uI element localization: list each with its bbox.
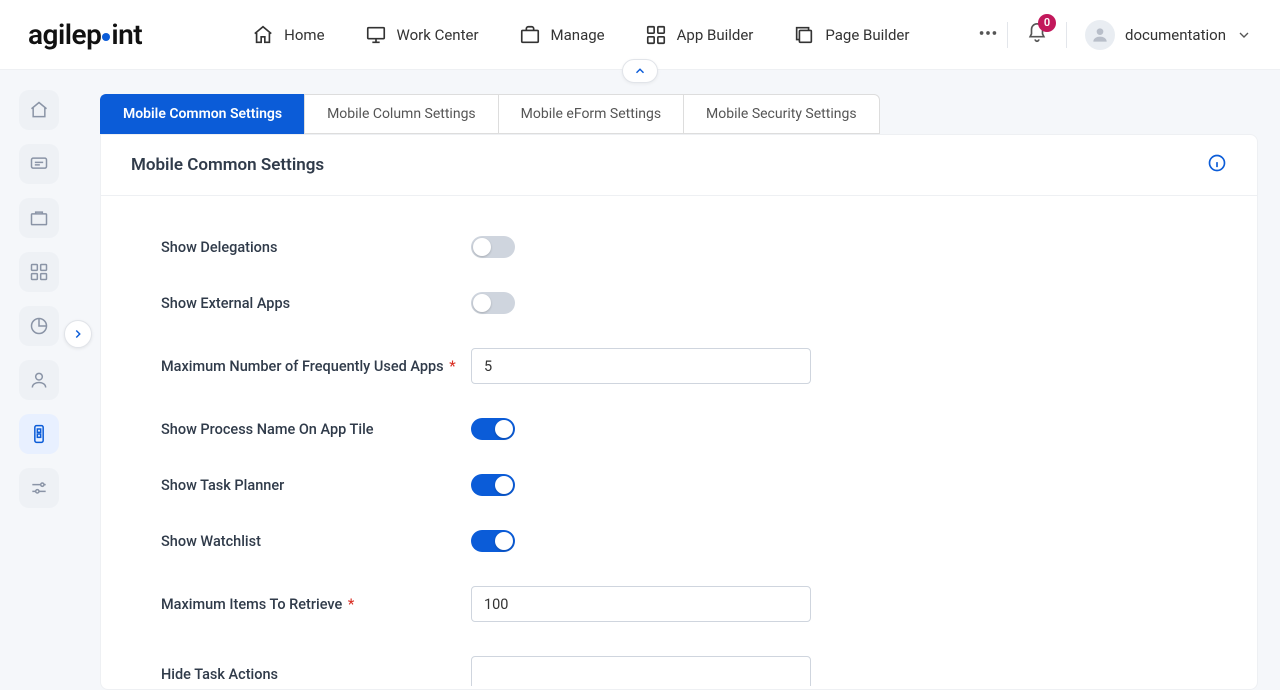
sidebar-item-analytics[interactable] — [19, 306, 59, 346]
mobile-icon — [29, 424, 49, 444]
pie-chart-icon — [29, 316, 49, 336]
avatar — [1085, 20, 1115, 50]
sidebar-item-users[interactable] — [19, 360, 59, 400]
home-icon — [29, 100, 49, 120]
nav-manage[interactable]: Manage — [519, 22, 605, 48]
panel-header: Mobile Common Settings — [101, 135, 1257, 196]
label-show-watchlist: Show Watchlist — [161, 533, 471, 550]
sidebar-item-mobile[interactable] — [19, 414, 59, 454]
notifications-button[interactable]: 0 — [1026, 22, 1048, 48]
home-icon — [252, 24, 274, 46]
toggle-show-task-planner[interactable] — [471, 474, 515, 496]
nav-work-center[interactable]: Work Center — [365, 22, 479, 48]
sidebar-item-settings[interactable] — [19, 468, 59, 508]
toggle-show-delegations[interactable] — [471, 236, 515, 258]
label-show-external-apps: Show External Apps — [161, 295, 471, 312]
topbar: agilepint Home Work Center Manage App Bu… — [0, 0, 1280, 70]
field-hide-task-actions: Hide Task Actions — [161, 656, 1197, 686]
nav-page-builder-label: Page Builder — [825, 26, 909, 44]
panel-body: Show Delegations Show External Apps Maxi… — [101, 196, 1257, 686]
field-show-watchlist: Show Watchlist — [161, 530, 1197, 552]
chevron-up-icon — [633, 64, 647, 78]
sidebar-item-apps[interactable] — [19, 252, 59, 292]
collapse-topbar-button[interactable] — [622, 59, 658, 83]
apps-icon — [29, 262, 49, 282]
field-show-task-planner: Show Task Planner — [161, 474, 1197, 496]
toggle-show-process-name[interactable] — [471, 418, 515, 440]
nav-more[interactable] — [977, 22, 999, 48]
topnav: Home Work Center Manage App Builder Page… — [252, 22, 999, 48]
user-icon — [29, 370, 49, 390]
expand-sidebar-button[interactable] — [64, 320, 92, 348]
topbar-right: 0 documentation — [1007, 20, 1252, 50]
tab-mobile-security[interactable]: Mobile Security Settings — [683, 94, 880, 134]
chevron-down-icon — [1236, 27, 1252, 43]
nav-home[interactable]: Home — [252, 22, 324, 48]
nav-work-center-label: Work Center — [397, 26, 479, 44]
toggle-show-watchlist[interactable] — [471, 530, 515, 552]
settings-panel: Mobile Common Settings Show Delegations … — [100, 134, 1258, 690]
grid-icon — [645, 24, 667, 46]
toggle-show-external-apps[interactable] — [471, 292, 515, 314]
info-button[interactable] — [1207, 153, 1227, 177]
label-max-items-retrieve: Maximum Items To Retrieve * — [161, 596, 471, 613]
briefcase-icon — [29, 208, 49, 228]
more-icon — [977, 22, 999, 44]
sliders-icon — [29, 478, 49, 498]
briefcase-icon — [519, 24, 541, 46]
label-show-task-planner: Show Task Planner — [161, 477, 471, 494]
label-show-delegations: Show Delegations — [161, 239, 471, 256]
field-show-process-name: Show Process Name On App Tile — [161, 418, 1197, 440]
user-name: documentation — [1125, 26, 1226, 44]
label-show-process-name: Show Process Name On App Tile — [161, 421, 471, 438]
chevron-right-icon — [71, 327, 85, 341]
sidebar-item-briefcase[interactable] — [19, 198, 59, 238]
user-icon — [1090, 25, 1110, 45]
panel-title: Mobile Common Settings — [131, 155, 324, 175]
sidebar — [0, 70, 78, 690]
layout: Mobile Common Settings Mobile Column Set… — [0, 70, 1280, 690]
field-show-external-apps: Show External Apps — [161, 292, 1197, 314]
nav-app-builder-label: App Builder — [677, 26, 754, 44]
divider — [1066, 22, 1067, 48]
presentation-icon — [29, 154, 49, 174]
sidebar-item-home[interactable] — [19, 90, 59, 130]
field-max-items-retrieve: Maximum Items To Retrieve * — [161, 586, 1197, 622]
nav-app-builder[interactable]: App Builder — [645, 22, 754, 48]
nav-manage-label: Manage — [551, 26, 605, 44]
input-max-freq-apps[interactable] — [471, 348, 811, 384]
nav-home-label: Home — [284, 26, 324, 44]
field-show-delegations: Show Delegations — [161, 236, 1197, 258]
user-menu[interactable]: documentation — [1085, 20, 1252, 50]
input-max-items-retrieve[interactable] — [471, 586, 811, 622]
nav-page-builder[interactable]: Page Builder — [793, 22, 909, 48]
sidebar-item-presentation[interactable] — [19, 144, 59, 184]
tab-mobile-eform[interactable]: Mobile eForm Settings — [498, 94, 683, 134]
tab-mobile-common[interactable]: Mobile Common Settings — [100, 94, 304, 134]
field-max-freq-apps: Maximum Number of Frequently Used Apps * — [161, 348, 1197, 384]
divider — [1007, 22, 1008, 48]
info-icon — [1207, 153, 1227, 173]
main: Mobile Common Settings Mobile Column Set… — [78, 70, 1280, 690]
label-max-freq-apps: Maximum Number of Frequently Used Apps * — [161, 358, 471, 375]
copy-icon — [793, 24, 815, 46]
tabs: Mobile Common Settings Mobile Column Set… — [100, 94, 1258, 134]
input-hide-task-actions[interactable] — [471, 656, 811, 686]
notifications-badge: 0 — [1038, 14, 1056, 32]
logo: agilepint — [28, 18, 142, 51]
label-hide-task-actions: Hide Task Actions — [161, 666, 471, 683]
monitor-icon — [365, 24, 387, 46]
tab-mobile-column[interactable]: Mobile Column Settings — [304, 94, 498, 134]
